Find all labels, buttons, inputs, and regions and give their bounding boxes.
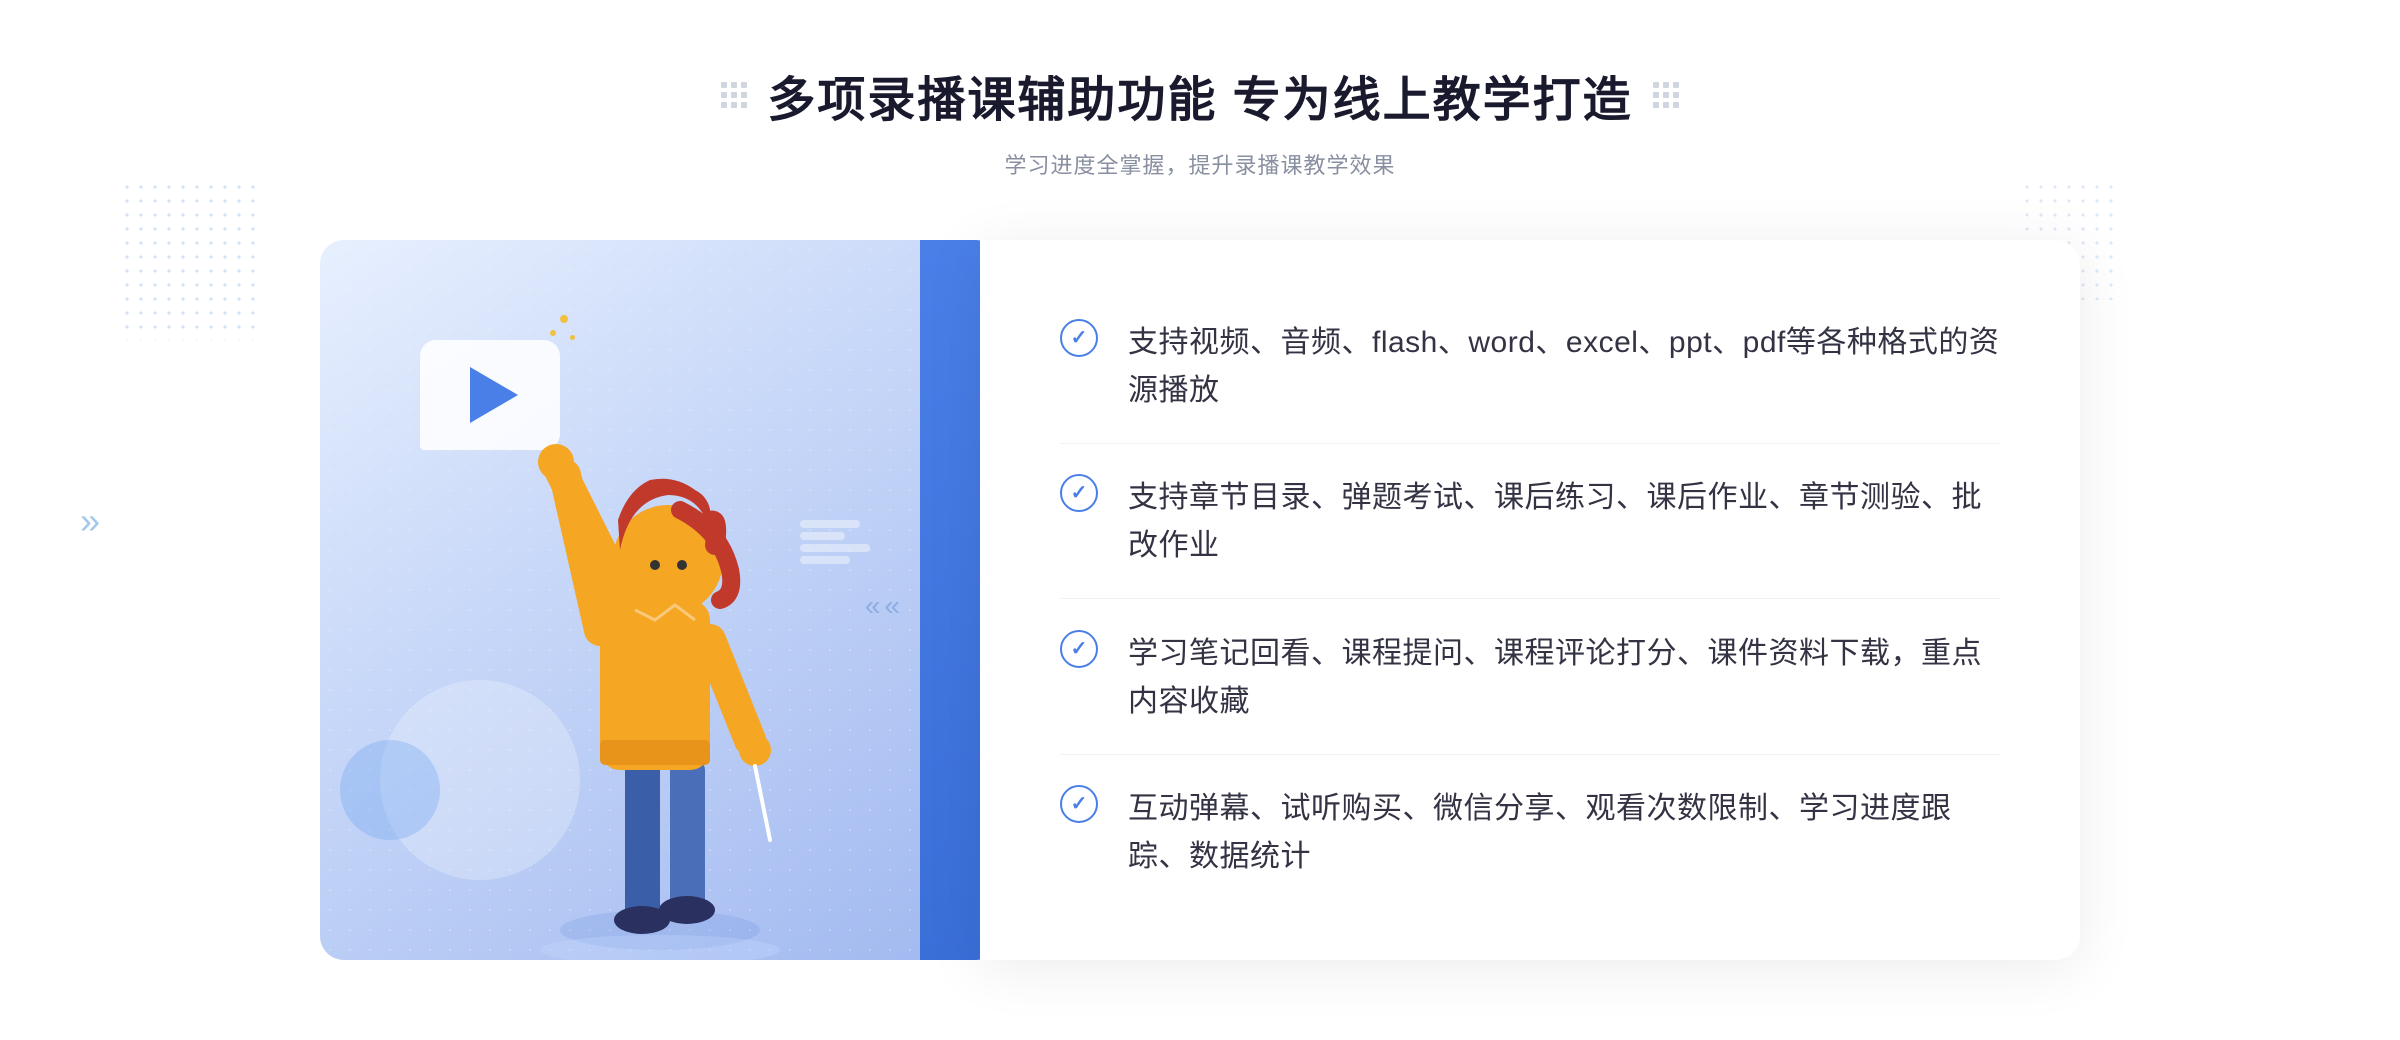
header-title-row: 多项录播课辅助功能 专为线上教学打造 (721, 60, 1678, 130)
check-circle-4: ✓ (1060, 785, 1098, 823)
deco-arrows: « « (865, 590, 900, 622)
feature-text-1: 支持视频、音频、flash、word、excel、ppt、pdf等各种格式的资源… (1128, 319, 2000, 415)
feature-item-4: ✓ 互动弹幕、试听购买、微信分享、观看次数限制、学习进度跟踪、数据统计 (1060, 757, 2000, 909)
features-card: ✓ 支持视频、音频、flash、word、excel、ppt、pdf等各种格式的… (980, 240, 2080, 960)
content-section: « « (320, 240, 2080, 960)
sub-title: 学习进度全掌握，提升录播课教学效果 (721, 148, 1678, 180)
main-title: 多项录播课辅助功能 专为线上教学打造 (767, 60, 1632, 130)
check-icon-4: ✓ (1071, 794, 1088, 814)
title-dot-grid-right (1653, 82, 1679, 108)
feature-item-2: ✓ 支持章节目录、弹题考试、课后练习、课后作业、章节测验、批改作业 (1060, 446, 2000, 599)
feature-text-3: 学习笔记回看、课程提问、课程评论打分、课件资料下载，重点内容收藏 (1128, 630, 2000, 726)
check-circle-1: ✓ (1060, 319, 1098, 357)
check-icon-3: ✓ (1071, 639, 1088, 659)
check-circle-2: ✓ (1060, 474, 1098, 512)
bg-dots-left (120, 180, 260, 340)
bg-chevron-left: » (80, 500, 92, 542)
check-icon-1: ✓ (1071, 328, 1088, 348)
deco-circle-small (340, 740, 440, 840)
check-circle-3: ✓ (1060, 630, 1098, 668)
check-icon-2: ✓ (1071, 483, 1088, 503)
illustration-card: « « (320, 240, 1000, 960)
feature-item-1: ✓ 支持视频、音频、flash、word、excel、ppt、pdf等各种格式的… (1060, 291, 2000, 444)
title-dot-grid-left (721, 82, 747, 108)
person-illustration (480, 380, 840, 960)
header-section: 多项录播课辅助功能 专为线上教学打造 学习进度全掌握，提升录播课教学效果 (721, 60, 1678, 180)
feature-text-4: 互动弹幕、试听购买、微信分享、观看次数限制、学习进度跟踪、数据统计 (1128, 785, 2000, 881)
page-container: » 多项录播课辅助功能 专为线上教学打造 学习进度全掌握，提升录播课教学效果 (0, 0, 2400, 1040)
feature-item-3: ✓ 学习笔记回看、课程提问、课程评论打分、课件资料下载，重点内容收藏 (1060, 602, 2000, 755)
feature-text-2: 支持章节目录、弹题考试、课后练习、课后作业、章节测验、批改作业 (1128, 474, 2000, 570)
